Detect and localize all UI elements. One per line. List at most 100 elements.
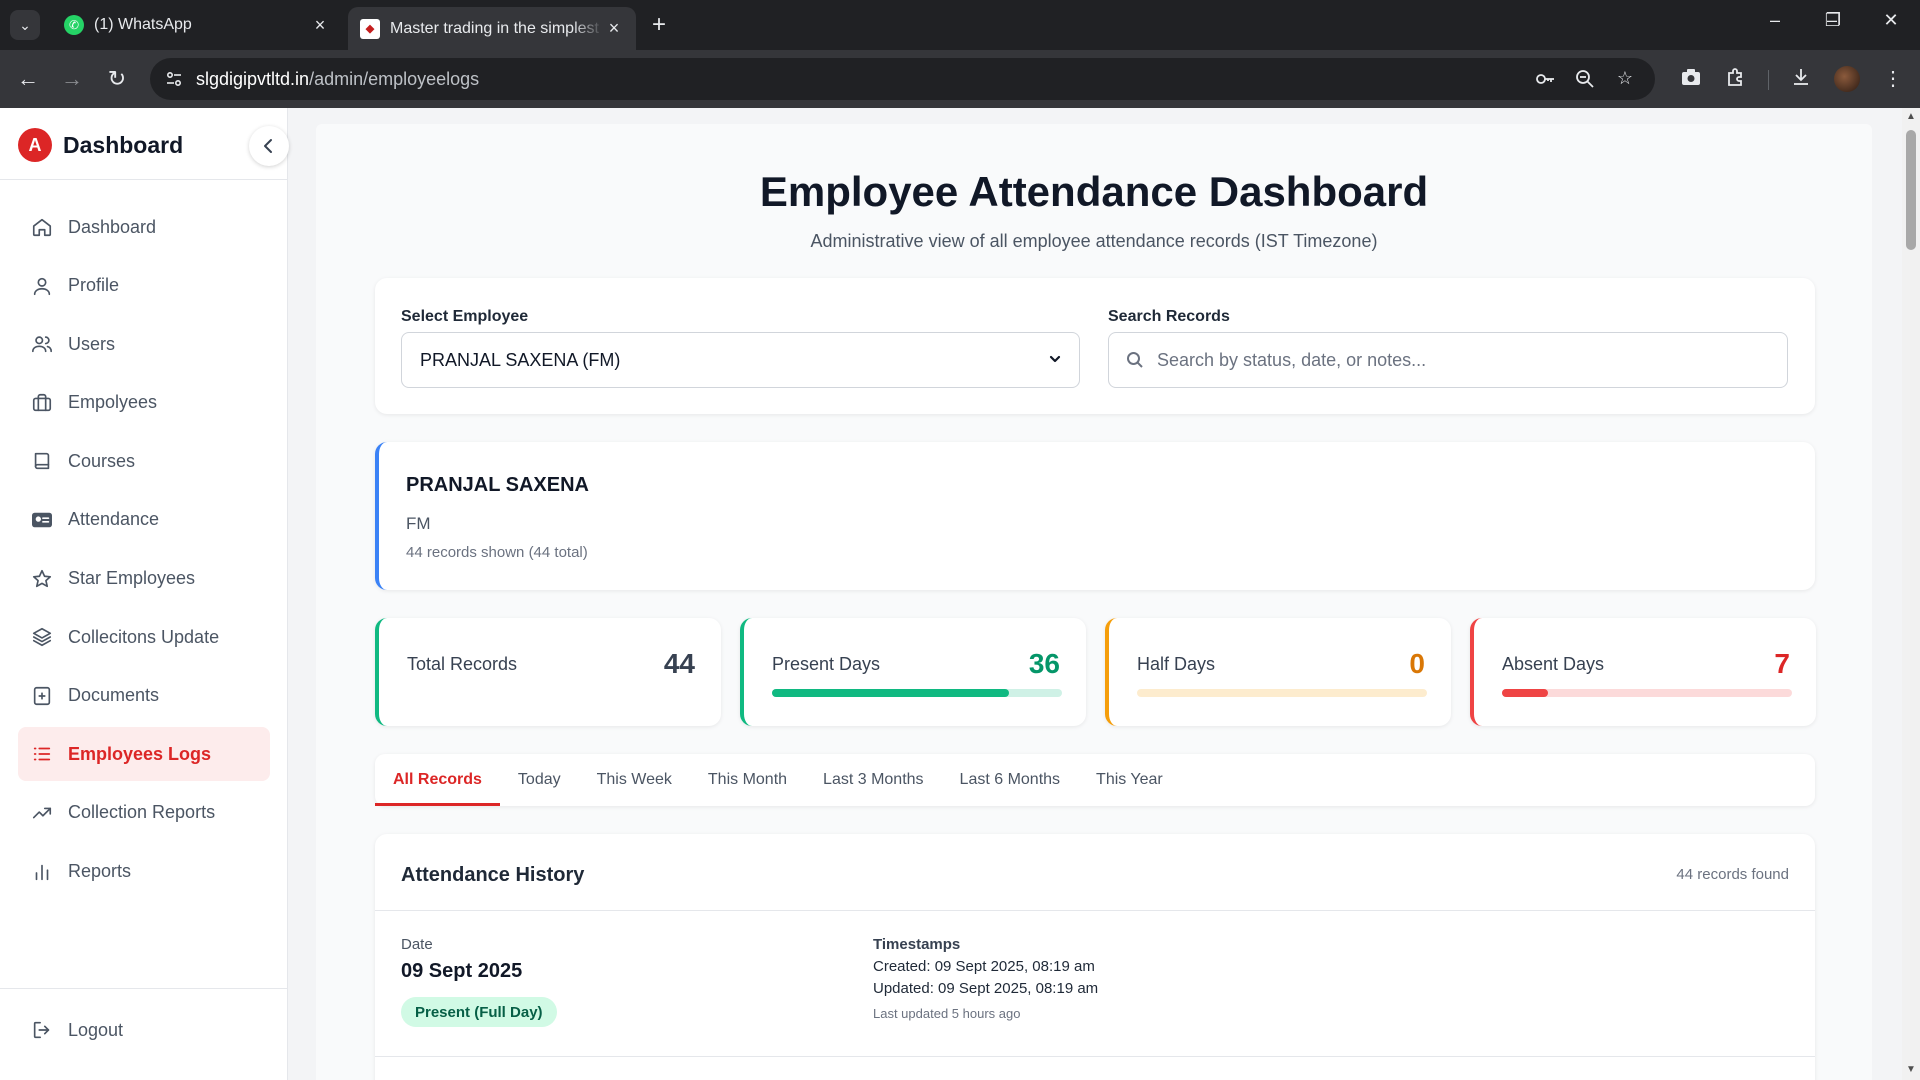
search-field[interactable] xyxy=(1108,332,1788,388)
search-icon xyxy=(1125,350,1145,370)
tab-search-chevron-icon[interactable]: ⌄ xyxy=(10,10,40,40)
scroll-up-arrow-icon[interactable]: ▲ xyxy=(1906,111,1916,122)
folder-plus-icon xyxy=(30,684,54,708)
employee-records-count: 44 records shown (44 total) xyxy=(406,544,588,561)
browser-tab-bar: ⌄ ✆ (1) WhatsApp × ◆ Master trading in t… xyxy=(0,0,1920,50)
sidebar-item-label: Reports xyxy=(68,861,132,882)
search-records-label: Search Records xyxy=(1108,308,1230,325)
close-tab-icon[interactable]: × xyxy=(310,15,330,36)
extensions-puzzle-icon[interactable] xyxy=(1722,66,1750,94)
sidebar-item-label: Courses xyxy=(68,450,136,471)
tab-this-year[interactable]: This Year xyxy=(1078,754,1181,806)
sidebar-item-dashboard[interactable]: Dashboard xyxy=(18,200,270,254)
sidebar-item-profile[interactable]: Profile xyxy=(18,259,270,313)
sidebar-item-label: Collecitons Update xyxy=(68,626,220,647)
logout-icon xyxy=(30,1018,54,1042)
tab-this-month[interactable]: This Month xyxy=(690,754,805,806)
sidebar-item-employees-logs[interactable]: Employees Logs xyxy=(18,727,270,782)
divider xyxy=(375,1056,1815,1057)
sidebar-item-star-employees[interactable]: Star Employees xyxy=(18,552,270,606)
sidebar-item-label: Dashboard xyxy=(68,216,157,237)
sidebar-item-users[interactable]: Users xyxy=(18,317,270,371)
stat-value: 7 xyxy=(1774,648,1790,679)
stat-progress-track xyxy=(1137,689,1427,697)
stat-label: Present Days xyxy=(772,654,881,674)
sidebar-item-collections-update[interactable]: Collecitons Update xyxy=(18,610,270,664)
stat-card-half-days: Half Days 0 xyxy=(1105,618,1451,726)
camera-icon[interactable] xyxy=(1677,66,1705,94)
tab-this-week[interactable]: This Week xyxy=(579,754,690,806)
stat-label: Half Days xyxy=(1137,654,1216,674)
trending-up-icon xyxy=(30,801,54,825)
tab-today[interactable]: Today xyxy=(500,754,579,806)
collapse-sidebar-button[interactable] xyxy=(249,126,289,166)
browser-tab-whatsapp[interactable]: ✆ (1) WhatsApp × xyxy=(52,7,342,43)
sidebar-title: Dashboard xyxy=(63,132,184,158)
scrollbar-thumb[interactable] xyxy=(1906,130,1916,250)
minimize-window-icon[interactable]: – xyxy=(1755,10,1795,31)
sidebar-item-employees[interactable]: Empolyees xyxy=(18,376,270,430)
sidebar-item-attendance[interactable]: Attendance xyxy=(18,493,270,547)
scroll-down-arrow-icon[interactable]: ▼ xyxy=(1906,1064,1916,1075)
status-badge: Present (Full Day) xyxy=(401,997,557,1027)
record-date-label: Date xyxy=(401,936,433,953)
back-arrow-icon[interactable]: ← xyxy=(14,66,42,92)
sidebar-item-courses[interactable]: Courses xyxy=(18,434,270,488)
close-tab-icon[interactable]: × xyxy=(604,18,624,39)
search-input[interactable] xyxy=(1157,349,1757,371)
sidebar-item-label: Documents xyxy=(68,685,160,706)
forward-arrow-icon[interactable]: → xyxy=(58,66,86,92)
page-scrollbar[interactable]: ▲ ▼ xyxy=(1902,108,1920,1080)
chevron-left-icon xyxy=(264,139,272,153)
page-viewport: A Dashboard Dashboard Profile Users Empo… xyxy=(0,108,1920,1080)
history-title: Attendance History xyxy=(401,864,585,886)
logout-button[interactable]: Logout xyxy=(18,1003,270,1057)
employee-info-card: PRANJAL SAXENA FM 44 records shown (44 t… xyxy=(375,442,1815,590)
employee-select[interactable]: PRANJAL SAXENA (FM) xyxy=(401,332,1080,388)
tab-last-3-months[interactable]: Last 3 Months xyxy=(805,754,942,806)
tab-all-records[interactable]: All Records xyxy=(375,754,500,806)
tab-list: All Records Today This Week This Month L… xyxy=(375,754,1181,806)
layers-icon xyxy=(30,625,54,649)
zoom-icon[interactable] xyxy=(1573,68,1597,95)
address-bar[interactable]: slgdigipvtltd.in/admin/employeelogs ☆ xyxy=(150,58,1655,100)
record-updated: Updated: 09 Sept 2025, 08:19 am xyxy=(873,980,1099,997)
tab-last-6-months[interactable]: Last 6 Months xyxy=(942,754,1079,806)
employee-role: FM xyxy=(406,514,431,533)
restore-window-icon[interactable]: ❐ xyxy=(1813,10,1853,31)
stat-value: 44 xyxy=(663,648,695,679)
download-icon[interactable] xyxy=(1787,66,1815,94)
new-tab-plus-icon[interactable]: + xyxy=(652,12,666,38)
stat-label: Absent Days xyxy=(1502,654,1605,674)
site-favicon-icon: ◆ xyxy=(360,18,380,39)
logout-label: Logout xyxy=(68,1019,124,1040)
attendance-history-card: Attendance History 44 records found Date… xyxy=(375,834,1815,1080)
url-text[interactable]: slgdigipvtltd.in/admin/employeelogs xyxy=(196,69,479,90)
browser-tab-active[interactable]: ◆ Master trading in the simplest way × xyxy=(348,7,636,50)
sidebar-item-reports[interactable]: Reports xyxy=(18,845,270,899)
bookmark-star-icon[interactable]: ☆ xyxy=(1613,68,1637,89)
history-count: 44 records found xyxy=(1676,866,1789,883)
stat-card-absent-days: Absent Days 7 xyxy=(1470,618,1816,726)
tab-title: (1) WhatsApp xyxy=(94,16,192,33)
star-icon xyxy=(30,567,54,591)
sidebar-item-collection-reports[interactable]: Collection Reports xyxy=(18,786,270,840)
bar-chart-icon xyxy=(30,860,54,884)
password-key-icon[interactable] xyxy=(1533,68,1557,95)
record-timestamps-label: Timestamps xyxy=(873,936,961,953)
profile-avatar[interactable] xyxy=(1834,66,1860,92)
reload-icon[interactable]: ↻ xyxy=(103,66,131,92)
user-icon xyxy=(30,274,54,298)
sidebar-item-label: Empolyees xyxy=(68,392,158,413)
close-window-icon[interactable]: ✕ xyxy=(1871,10,1911,31)
record-last-updated: Last updated 5 hours ago xyxy=(873,1006,1021,1021)
stat-progress-fill xyxy=(772,689,1010,697)
record-created: Created: 09 Sept 2025, 08:19 am xyxy=(873,958,1095,975)
sidebar-item-label: Star Employees xyxy=(68,568,196,589)
browser-toolbar: ← → ↻ slgdigipvtltd.in/admin/employeelog… xyxy=(0,50,1920,108)
site-settings-icon[interactable] xyxy=(164,69,184,89)
more-menu-icon[interactable]: ⋮ xyxy=(1879,66,1907,91)
sidebar-item-documents[interactable]: Documents xyxy=(18,669,270,723)
main-content: Employee Attendance Dashboard Administra… xyxy=(316,124,1872,1080)
sidebar-nav: Dashboard Profile Users Empolyees Course… xyxy=(18,200,270,903)
